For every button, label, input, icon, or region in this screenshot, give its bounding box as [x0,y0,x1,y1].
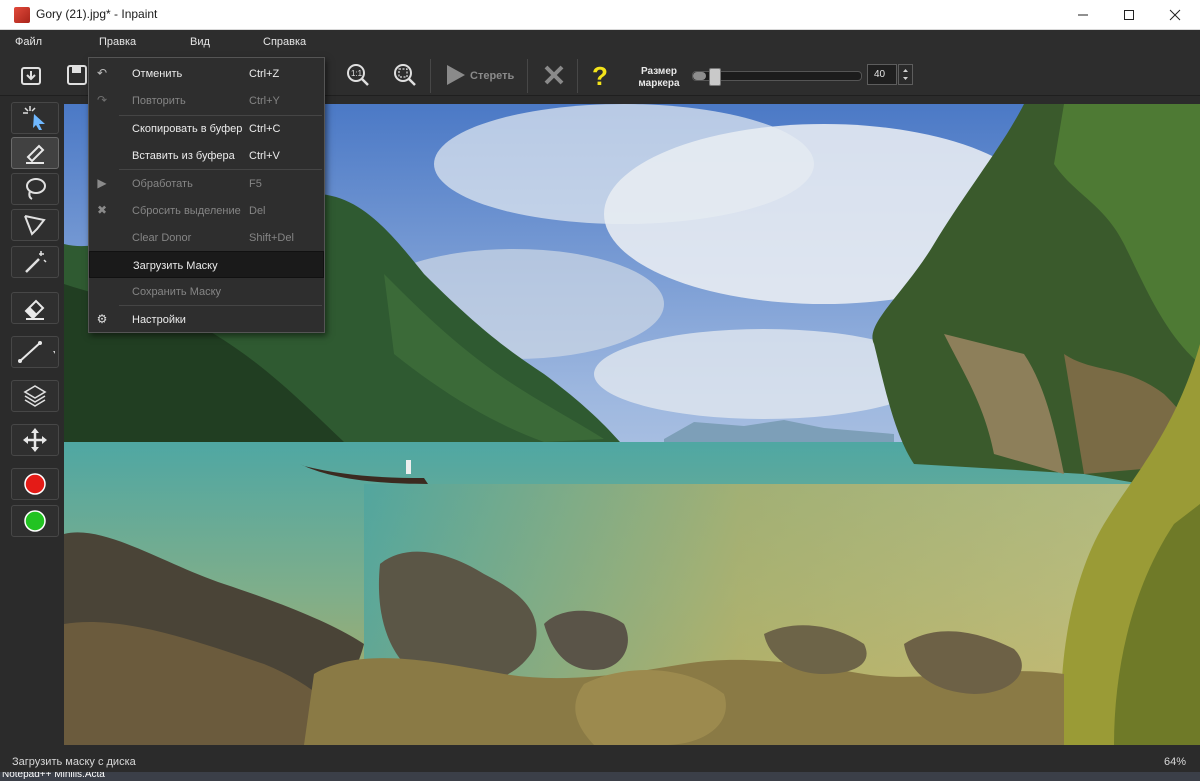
menu-view[interactable]: Вид [190,36,210,48]
minimize-button[interactable] [1060,0,1106,30]
marker-icon [26,144,45,164]
line-tool[interactable] [11,336,59,368]
zoom-level: 64% [1163,756,1186,768]
close-button[interactable] [1152,0,1198,30]
line-icon [18,341,55,363]
help-button[interactable]: ? [584,59,618,91]
marker-size-input[interactable]: 40 [867,64,897,85]
marker-size-slider-thumb[interactable] [709,68,722,86]
menu-redo[interactable]: ↷ Повторить Ctrl+Y [89,87,324,114]
menu-clear-donor[interactable]: Clear Donor Shift+Del [89,224,324,251]
question-icon: ? [592,61,608,89]
spinner-arrows-icon [903,69,908,80]
menu-help[interactable]: Справка [263,36,306,48]
app-icon [14,7,30,23]
zoom-actual-button[interactable]: 1:1 [341,59,375,91]
tool-panel [0,96,64,745]
magic-pointer-icon [23,106,45,130]
red-marker-color[interactable] [11,468,59,500]
save-icon [67,65,87,85]
taskbar: Notepad++ Minilis.Acta [0,772,1200,781]
polygon-lasso-tool[interactable] [11,209,59,241]
status-bar: Загрузить маску с диска 64% [0,752,1200,772]
layers-icon [23,385,47,407]
move-tool[interactable] [11,424,59,456]
toolbar-separator [527,59,528,93]
menu-undo[interactable]: ↶ Отменить Ctrl+Z [89,60,324,87]
gear-icon: ⚙ [96,312,108,326]
magic-wand-icon [25,251,47,273]
x-icon [544,65,564,85]
menu-file[interactable]: Файл [15,36,42,48]
polygon-lasso-icon [24,215,46,236]
svg-text:?: ? [592,61,608,89]
smart-select-tool[interactable] [11,102,59,134]
toolbar-separator [430,59,431,93]
play-icon [447,65,465,85]
magic-wand-tool[interactable] [11,246,59,278]
zoom-actual-icon: 1:1 [347,64,369,86]
erase-label: Стереть [470,70,515,82]
clear-selection-button[interactable] [537,59,571,91]
edit-menu-dropdown: ↶ Отменить Ctrl+Z ↷ Повторить Ctrl+Y Ско… [88,57,325,333]
redo-icon: ↷ [96,93,108,107]
zoom-fit-button[interactable] [388,59,422,91]
menu-save-mask[interactable]: Сохранить Маску [89,278,324,305]
eraser-icon [24,299,45,320]
move-icon [23,428,47,452]
play-icon: ▶ [97,176,107,190]
lasso-icon [26,178,46,200]
eraser-tool[interactable] [11,292,59,324]
status-text: Загрузить маску с диска [12,756,136,768]
menu-bar: Файл Правка Вид Справка [0,30,1200,55]
erase-button[interactable] [438,59,472,91]
marker-size-spinner[interactable] [898,64,913,85]
marker-size-slider[interactable] [692,68,862,86]
menu-process[interactable]: ▶ Обработать F5 [89,170,324,197]
open-icon [21,67,41,85]
zoom-fit-icon [394,64,416,86]
title-bar: Gory (21).jpg* - Inpaint [0,0,1200,30]
svg-text:1:1: 1:1 [351,69,363,78]
window-title: Gory (21).jpg* - Inpaint [36,7,158,21]
open-button[interactable] [14,59,48,91]
green-marker-color[interactable] [11,505,59,537]
menu-copy[interactable]: Скопировать в буфер Ctrl+C [89,115,324,142]
close-icon [1169,9,1181,21]
menu-paste[interactable]: Вставить из буфера Ctrl+V [89,142,324,169]
lasso-tool[interactable] [11,173,59,205]
marker-size-label: Размер маркера [638,66,680,89]
layers-tool[interactable] [11,380,59,412]
toolbar-separator [577,59,578,93]
maximize-icon [1124,10,1134,20]
marker-size-slider-fill [693,72,707,80]
menu-edit[interactable]: Правка [99,36,136,48]
menu-settings[interactable]: ⚙ Настройки [89,306,324,333]
maximize-button[interactable] [1106,0,1152,30]
x-icon: ✖ [96,203,108,217]
taskbar-text: Notepad++ Minilis.Acta [2,772,105,780]
red-circle-icon [24,473,46,495]
undo-icon: ↶ [96,66,108,80]
menu-reset-selection[interactable]: ✖ Сбросить выделение Del [89,197,324,224]
minimize-icon [1078,14,1088,16]
green-circle-icon [24,510,46,532]
marker-tool[interactable] [11,137,59,169]
menu-load-mask[interactable]: Загрузить Маску [89,251,324,278]
